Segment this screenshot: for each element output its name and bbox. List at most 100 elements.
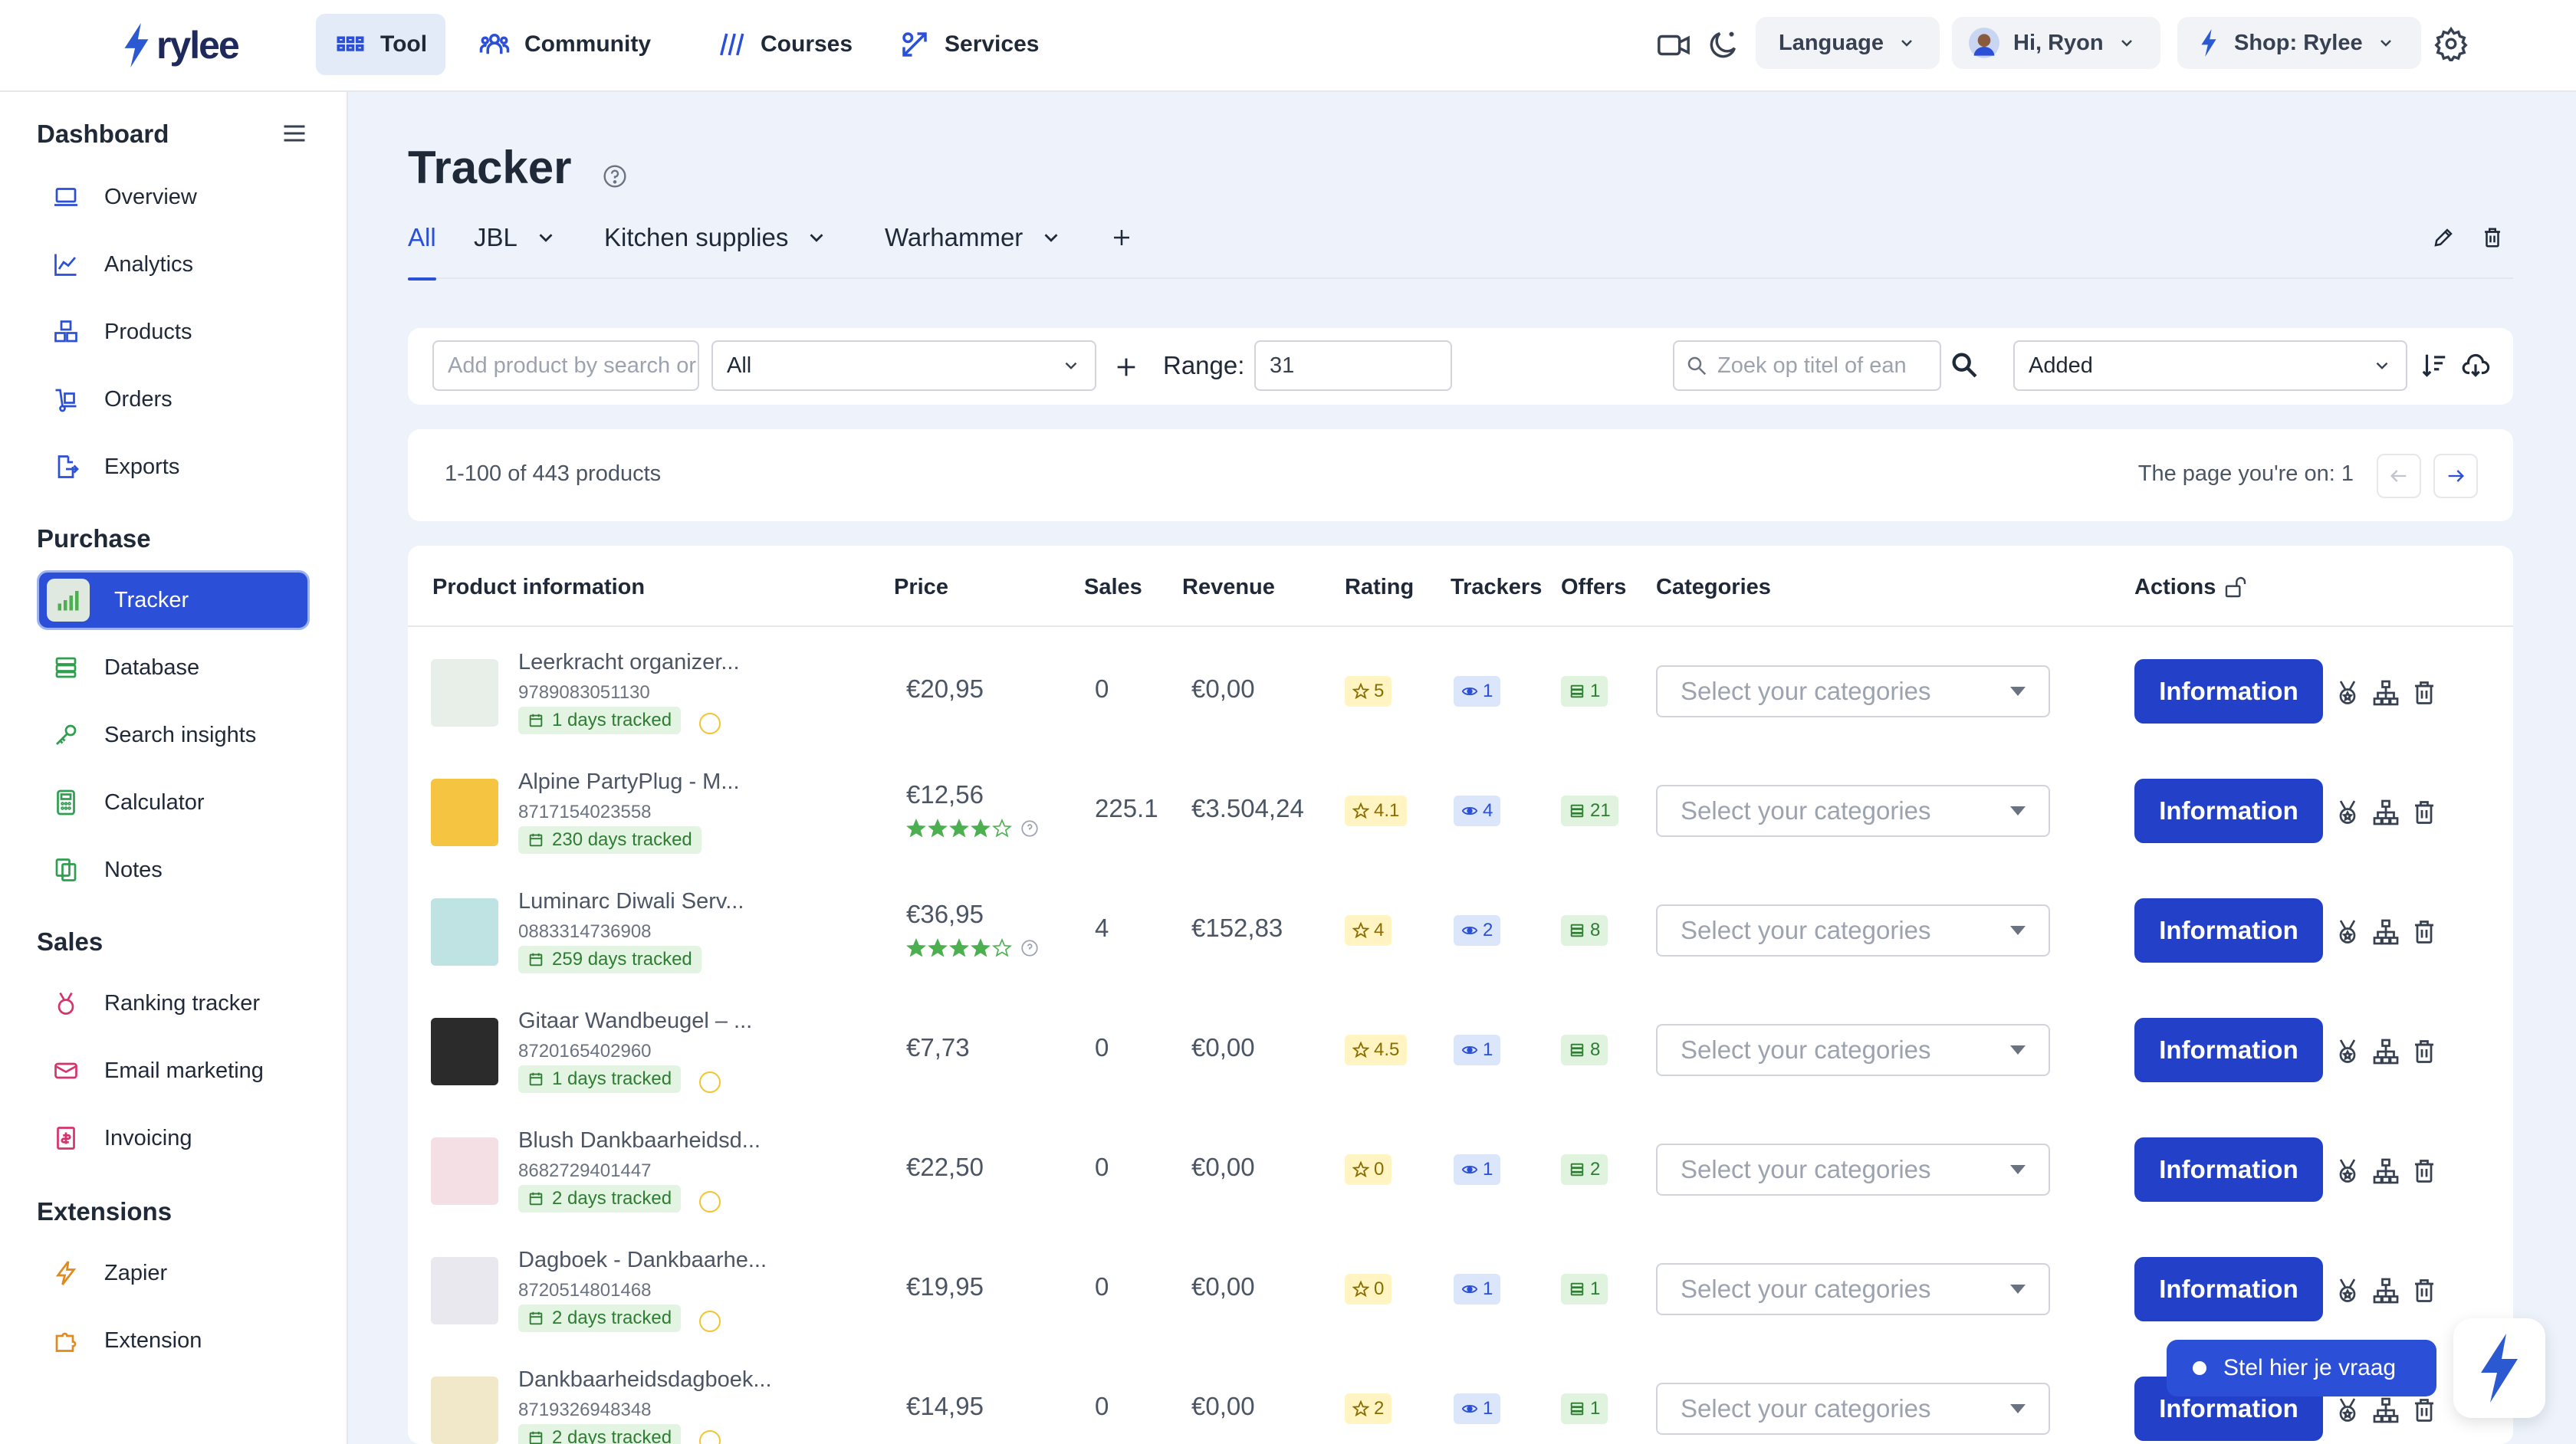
prev-page-button[interactable] bbox=[2377, 454, 2421, 498]
ranking-medal-icon[interactable] bbox=[2334, 679, 2361, 707]
information-button[interactable]: Information bbox=[2134, 779, 2323, 843]
category-select[interactable]: Select your categories bbox=[1656, 904, 2050, 957]
information-button[interactable]: Information bbox=[2134, 1018, 2323, 1082]
sort-select[interactable]: Added bbox=[2013, 340, 2407, 391]
information-button[interactable]: Information bbox=[2134, 1257, 2323, 1321]
sidebar-item-email-marketing[interactable]: Email marketing bbox=[37, 1041, 310, 1101]
column-header[interactable]: Rating bbox=[1345, 575, 1414, 600]
category-select[interactable]: Select your categories bbox=[1656, 785, 2050, 837]
nav-courses[interactable]: Courses bbox=[696, 14, 871, 75]
tab-kitchen-supplies[interactable]: Kitchen supplies bbox=[604, 215, 828, 261]
ranking-medal-icon[interactable] bbox=[2334, 1396, 2361, 1424]
tab-warhammer[interactable]: Warhammer bbox=[885, 215, 1063, 261]
trash-icon[interactable] bbox=[2410, 918, 2438, 946]
sitemap-icon[interactable] bbox=[2372, 1396, 2400, 1424]
product-name[interactable]: Dagboek - Dankbaarhe... bbox=[518, 1248, 767, 1273]
add-tab-button[interactable] bbox=[1110, 215, 1133, 261]
trash-icon[interactable] bbox=[2410, 1157, 2438, 1185]
product-name[interactable]: Blush Dankbaarheidsd... bbox=[518, 1128, 761, 1154]
sidebar-item-invoicing[interactable]: Invoicing bbox=[37, 1108, 310, 1168]
table-row[interactable]: Blush Dankbaarheidsd... 8682729401447 2 da… bbox=[408, 1110, 2513, 1229]
sidebar-item-database[interactable]: Database bbox=[37, 638, 310, 697]
product-name[interactable]: Dankbaarheidsdagboek... bbox=[518, 1367, 772, 1393]
sitemap-icon[interactable] bbox=[2372, 918, 2400, 946]
warning-icon[interactable] bbox=[699, 1311, 721, 1332]
information-button[interactable]: Information bbox=[2134, 1137, 2323, 1202]
nav-community[interactable]: Community bbox=[460, 14, 669, 75]
edit-tab-button[interactable] bbox=[2432, 215, 2455, 261]
warning-icon[interactable] bbox=[699, 713, 721, 734]
trash-icon[interactable] bbox=[2410, 1277, 2438, 1305]
info-circle-icon[interactable] bbox=[1020, 819, 1040, 839]
category-select[interactable]: Select your categories bbox=[1656, 1263, 2050, 1315]
sidebar-item-notes[interactable]: Notes bbox=[37, 840, 310, 900]
help-icon[interactable] bbox=[603, 164, 627, 189]
category-select[interactable]: Select your categories bbox=[1656, 1024, 2050, 1076]
nav-tool[interactable]: Tool bbox=[316, 14, 446, 75]
column-header[interactable]: Sales bbox=[1084, 575, 1142, 600]
product-thumbnail[interactable] bbox=[431, 1018, 498, 1085]
search-input[interactable]: Zoek op titel of ean bbox=[1673, 340, 1941, 391]
table-row[interactable]: Luminarc Diwali Serv... 0883314736908 259 … bbox=[408, 871, 2513, 990]
table-row[interactable]: Alpine PartyPlug - M... 8717154023558 230 … bbox=[408, 751, 2513, 871]
product-thumbnail[interactable] bbox=[431, 779, 498, 846]
product-name[interactable]: Gitaar Wandbeugel – ... bbox=[518, 1009, 752, 1034]
warning-icon[interactable] bbox=[699, 1430, 721, 1444]
category-select[interactable]: Select your categories bbox=[1656, 1144, 2050, 1196]
sidebar-item-zapier[interactable]: Zapier bbox=[37, 1243, 310, 1303]
product-thumbnail[interactable] bbox=[431, 898, 498, 966]
table-row[interactable]: Gitaar Wandbeugel – ... 8720165402960 1 da… bbox=[408, 990, 2513, 1110]
menu-collapse-icon[interactable] bbox=[281, 120, 308, 147]
nav-services[interactable]: Services bbox=[880, 14, 1057, 75]
tab-jbl[interactable]: JBL bbox=[474, 215, 557, 261]
language-select[interactable]: Language bbox=[1756, 17, 1940, 69]
tab-all[interactable]: All bbox=[408, 215, 436, 281]
product-thumbnail[interactable] bbox=[431, 659, 498, 727]
sidebar-item-extension[interactable]: Extension bbox=[37, 1311, 310, 1370]
trash-icon[interactable] bbox=[2410, 1038, 2438, 1065]
sidebar-item-analytics[interactable]: Analytics bbox=[37, 235, 310, 294]
rylee-logo[interactable]: rylee bbox=[121, 23, 240, 67]
sidebar-item-products[interactable]: Products bbox=[37, 302, 310, 362]
warning-icon[interactable] bbox=[699, 1191, 721, 1213]
sidebar-item-overview[interactable]: Overview bbox=[37, 167, 310, 227]
delete-tab-button[interactable] bbox=[2481, 215, 2504, 261]
product-name[interactable]: Luminarc Diwali Serv... bbox=[518, 889, 744, 914]
range-input[interactable]: 31 bbox=[1254, 340, 1452, 391]
sidebar-item-tracker[interactable]: Tracker bbox=[37, 570, 310, 630]
sidebar-item-exports[interactable]: Exports bbox=[37, 437, 310, 497]
column-header[interactable]: Offers bbox=[1561, 575, 1626, 600]
warning-icon[interactable] bbox=[699, 1072, 721, 1093]
settings-gear-icon[interactable] bbox=[2433, 26, 2469, 61]
product-thumbnail[interactable] bbox=[431, 1137, 498, 1205]
sitemap-icon[interactable] bbox=[2372, 799, 2400, 826]
search-icon[interactable] bbox=[1949, 350, 1980, 380]
next-page-button[interactable] bbox=[2433, 454, 2478, 498]
unlock-icon[interactable] bbox=[2223, 575, 2248, 599]
info-circle-icon[interactable] bbox=[1020, 938, 1040, 958]
category-select[interactable]: Select your categories bbox=[1656, 1383, 2050, 1435]
information-button[interactable]: Information bbox=[2134, 659, 2323, 724]
chat-prompt-button[interactable]: Stel hier je vraag bbox=[2167, 1340, 2436, 1396]
column-header[interactable]: Revenue bbox=[1182, 575, 1275, 600]
trash-icon[interactable] bbox=[2410, 1396, 2438, 1424]
sitemap-icon[interactable] bbox=[2372, 679, 2400, 707]
video-icon[interactable] bbox=[1656, 28, 1691, 63]
cloud-download-icon[interactable] bbox=[2459, 351, 2492, 380]
product-thumbnail[interactable] bbox=[431, 1377, 498, 1444]
user-menu[interactable]: Hi, Ryon bbox=[1952, 17, 2160, 69]
shop-select[interactable]: Shop: Rylee bbox=[2177, 17, 2421, 69]
sort-order-icon[interactable] bbox=[2420, 351, 2449, 380]
category-select[interactable]: Select your categories bbox=[1656, 665, 2050, 717]
product-name[interactable]: Alpine PartyPlug - M... bbox=[518, 770, 740, 795]
sidebar-item-search-insights[interactable]: Search insights bbox=[37, 705, 310, 765]
ranking-medal-icon[interactable] bbox=[2334, 799, 2361, 826]
group-select[interactable]: All bbox=[711, 340, 1096, 391]
table-row[interactable]: Dagboek - Dankbaarhe... 8720514801468 2 da… bbox=[408, 1229, 2513, 1349]
product-name[interactable]: Leerkracht organizer... bbox=[518, 650, 740, 675]
ranking-medal-icon[interactable] bbox=[2334, 1157, 2361, 1185]
product-thumbnail[interactable] bbox=[431, 1257, 498, 1324]
sitemap-icon[interactable] bbox=[2372, 1038, 2400, 1065]
sidebar-item-calculator[interactable]: Calculator bbox=[37, 773, 310, 832]
ranking-medal-icon[interactable] bbox=[2334, 1277, 2361, 1305]
